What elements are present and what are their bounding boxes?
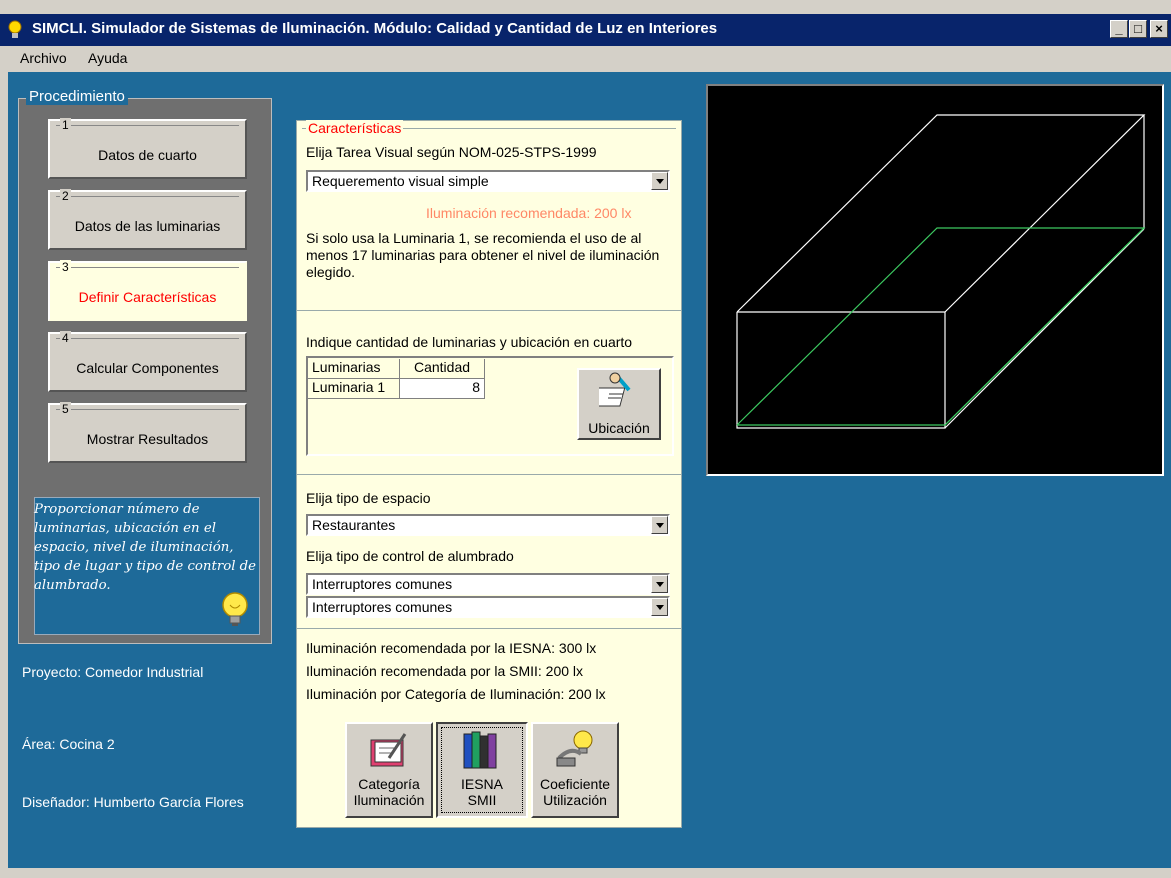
lightbulb-icon — [222, 592, 248, 626]
area-name: Área: Cocina 2 — [22, 736, 115, 752]
iesna-recommendation: Iluminación recomendada por la IESNA: 30… — [306, 640, 597, 656]
step-number: 5 — [60, 402, 71, 416]
room-wireframe — [736, 114, 1146, 429]
chevron-down-icon[interactable] — [651, 172, 668, 190]
control-type-value: Interruptores comunes — [312, 576, 453, 592]
button-label: Iluminación — [353, 792, 425, 808]
luminaires-table: Luminarias Cantidad Luminaria 1 8 — [308, 359, 485, 405]
room-3d-view[interactable] — [706, 84, 1164, 476]
smii-recommendation: Iluminación recomendada por la SMII: 200… — [306, 663, 584, 679]
location-button-label: Ubicación — [588, 420, 650, 436]
room-bottom-edge — [944, 228, 1145, 429]
procedure-legend: Procedimiento — [26, 88, 128, 105]
step-number: 2 — [60, 189, 71, 203]
menu-archivo[interactable]: Archivo — [20, 50, 67, 66]
step-label: Datos de las luminarias — [74, 218, 221, 234]
table-cell: Luminaria 1 — [308, 379, 400, 399]
books-icon — [463, 731, 497, 769]
button-label: SMII — [467, 792, 497, 808]
maximize-button[interactable]: □ — [1129, 20, 1147, 38]
notepad-icon — [599, 372, 631, 407]
separator — [296, 474, 682, 475]
title-bar: SIMCLI. Simulador de Sistemas de Ilumina… — [0, 14, 1171, 46]
characteristics-legend: Características — [306, 120, 404, 136]
step-label: Mostrar Resultados — [86, 431, 209, 447]
hint-text: Proporcionar número de luminarias, ubica… — [34, 502, 257, 593]
workplane-edge — [944, 227, 1145, 426]
control-type-select-2[interactable]: Interruptores comunes — [306, 596, 670, 618]
separator — [296, 310, 682, 311]
button-label: IESNA — [460, 776, 503, 792]
project-name: Proyecto: Comedor Industrial — [22, 664, 204, 680]
space-type-label: Elija tipo de espacio — [306, 490, 431, 506]
step-5-button[interactable]: 5 Mostrar Resultados — [48, 402, 247, 463]
step-3-button[interactable]: 3 Definir Características — [48, 260, 247, 321]
room-top-edges — [736, 114, 1146, 313]
chevron-down-icon[interactable] — [651, 575, 668, 593]
table-header: Cantidad — [400, 359, 485, 379]
workplane — [736, 227, 1146, 426]
luminaire-recommendation: Si solo usa la Luminaria 1, se recomiend… — [306, 230, 660, 280]
button-label: Coeficiente — [539, 776, 611, 792]
step-label: Definir Características — [78, 289, 217, 305]
category-recommendation: Iluminación por Categoría de Iluminación… — [306, 686, 606, 702]
task-label: Elija Tarea Visual según NOM-025-STPS-19… — [306, 144, 597, 160]
control-type-select-1[interactable]: Interruptores comunes — [306, 573, 670, 595]
luminaires-label: Indique cantidad de luminarias y ubicaci… — [306, 334, 633, 350]
chevron-down-icon[interactable] — [651, 598, 668, 616]
step-1-button[interactable]: 1 Datos de cuarto — [48, 118, 247, 179]
lightbulb-icon — [8, 20, 22, 38]
iesna-smii-button[interactable]: IESNA SMII — [436, 722, 528, 818]
step-label: Datos de cuarto — [98, 147, 197, 163]
step-4-button[interactable]: 4 Calcular Componentes — [48, 331, 247, 392]
quantity-cell[interactable]: 8 — [400, 379, 485, 399]
coeficiente-utilizacion-button[interactable]: Coeficiente Utilización — [531, 722, 619, 818]
table-header: Luminarias — [308, 359, 400, 379]
task-value: Requeremento visual simple — [312, 173, 489, 189]
room-front-face — [736, 311, 946, 429]
location-button[interactable]: Ubicación — [577, 368, 661, 440]
space-type-select[interactable]: Restaurantes — [306, 514, 670, 536]
button-label: Categoría — [358, 776, 420, 792]
control-type-label: Elija tipo de control de alumbrado — [306, 548, 514, 564]
close-button[interactable]: × — [1150, 20, 1168, 38]
categoria-iluminacion-button[interactable]: Categoría Iluminación — [345, 722, 433, 818]
menu-bar: Archivo Ayuda — [0, 46, 1171, 72]
designer-name: Diseñador: Humberto García Flores — [22, 794, 244, 810]
button-label: Utilización — [543, 792, 607, 808]
step-number: 3 — [60, 260, 71, 274]
recommended-illuminance: Iluminación recomendada: 200 lx — [426, 205, 632, 221]
minimize-button[interactable]: _ — [1110, 20, 1128, 38]
separator — [296, 628, 682, 629]
step-number: 4 — [60, 331, 71, 345]
step-2-button[interactable]: 2 Datos de las luminarias — [48, 189, 247, 250]
chevron-down-icon[interactable] — [651, 516, 668, 534]
space-type-value: Restaurantes — [312, 517, 396, 533]
step-label: Calcular Componentes — [76, 360, 219, 376]
lamp-icon — [556, 730, 593, 767]
task-select[interactable]: Requeremento visual simple — [306, 170, 670, 192]
book-icon — [370, 733, 407, 767]
window-title: SIMCLI. Simulador de Sistemas de Ilumina… — [32, 20, 718, 37]
step-number: 1 — [60, 118, 71, 132]
control-type-value: Interruptores comunes — [312, 599, 453, 615]
menu-ayuda[interactable]: Ayuda — [88, 50, 127, 66]
